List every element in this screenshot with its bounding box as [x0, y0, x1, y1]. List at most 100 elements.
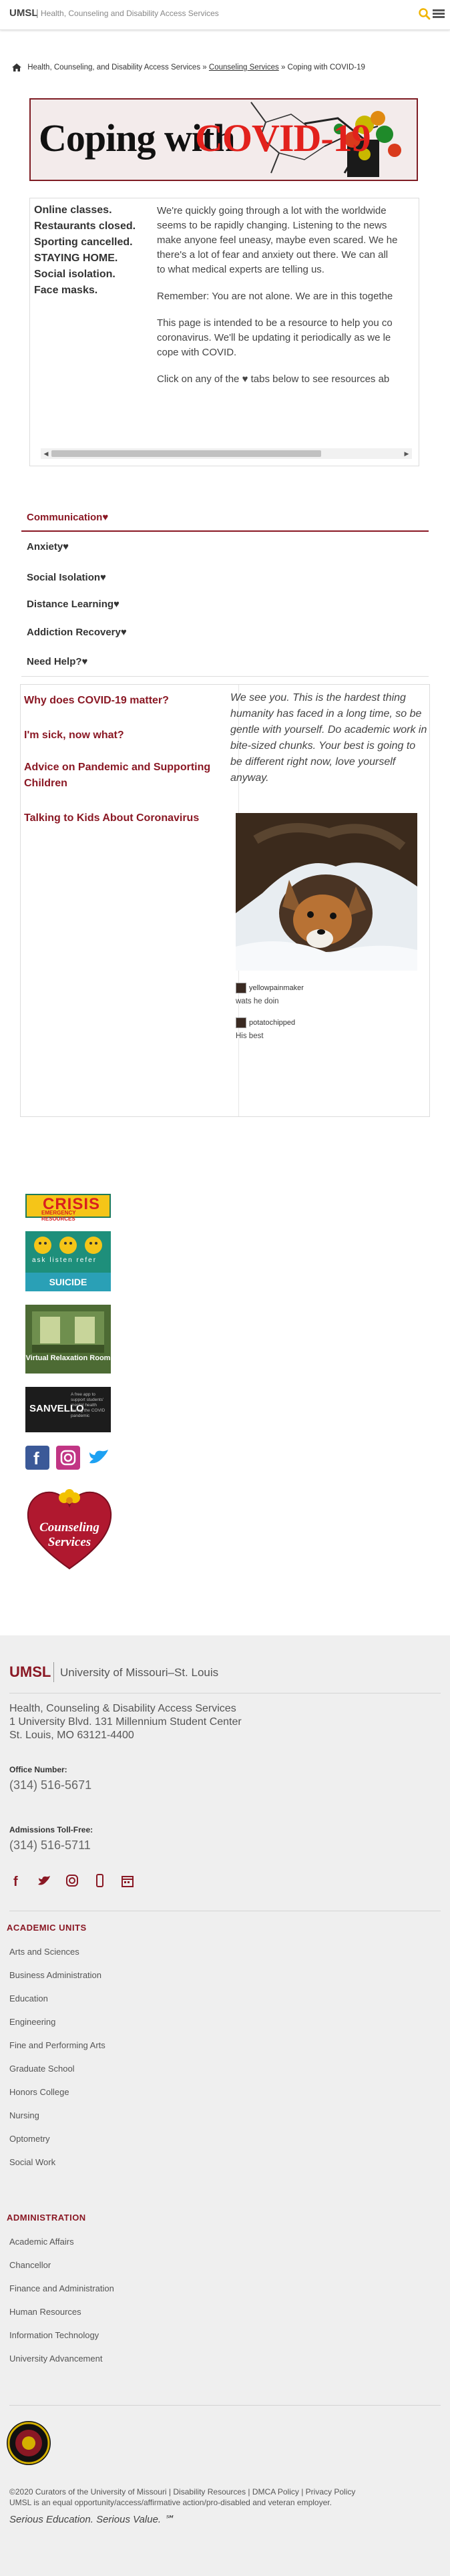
crisis-resources-button[interactable]: CRISIS EMERGENCY RESOURCES	[25, 1194, 111, 1222]
footer-rule	[9, 1693, 441, 1694]
facebook-icon[interactable]: f	[25, 1446, 49, 1470]
academic-unit-link[interactable]: Nursing	[9, 2110, 39, 2120]
suicide-prevention-button[interactable]: ask listen refer SUICIDE PREVENTION	[25, 1231, 111, 1306]
intro-table: Online classes. Restaurants closed. Spor…	[29, 198, 419, 466]
horizontal-scrollbar[interactable]: ◀ ▶	[41, 448, 412, 459]
mobile-icon[interactable]	[92, 1873, 107, 1888]
administration-link[interactable]: Finance and Administration	[9, 2283, 114, 2293]
intro-paragraph: Remember: You are not alone. We are in t…	[157, 291, 393, 302]
breadcrumb-separator: »	[280, 63, 286, 71]
university-seal-logo	[7, 2421, 51, 2465]
breadcrumb-hdas[interactable]: Health, Counseling, and Disability Acces…	[27, 63, 200, 71]
footer-university-name: University of Missouri–St. Louis	[60, 1666, 219, 1679]
relaxation-room-image	[25, 1305, 111, 1374]
academic-unit-link[interactable]: Arts and Sciences	[9, 1947, 79, 1957]
supportive-quote: We see you. This is the hardest thing hu…	[230, 692, 427, 784]
academic-unit-link[interactable]: Optometry	[9, 2134, 50, 2144]
coping-covid-banner: Coping with COVID-19	[29, 98, 418, 181]
footer-umsl-logo[interactable]: UMSL	[9, 1663, 51, 1681]
scrollbar-thumb[interactable]	[51, 450, 321, 457]
breadcrumb-current: Coping with COVID-19	[287, 63, 365, 71]
academic-unit-link[interactable]: Honors College	[9, 2087, 69, 2097]
logo-divider: |	[36, 7, 39, 18]
tab-distance-learning[interactable]: Distance Learning♥	[27, 599, 120, 610]
calendar-icon[interactable]	[120, 1873, 135, 1888]
facebook-icon[interactable]: f	[9, 1873, 24, 1889]
academic-units-heading: ACADEMIC UNITS	[7, 1923, 87, 1933]
intro-text: We're quickly going through a lot with t…	[157, 204, 419, 399]
tab-addiction-recovery[interactable]: Addiction Recovery♥	[27, 627, 127, 638]
virtual-relaxation-room-button[interactable]: Virtual Relaxation Room	[25, 1305, 111, 1374]
academic-unit-link[interactable]: Engineering	[9, 2017, 55, 2027]
equal-opportunity-text: UMSL is an equal opportunity/access/affi…	[9, 2498, 332, 2507]
academic-unit-link[interactable]: Business Administration	[9, 1970, 101, 1980]
user-avatar[interactable]	[236, 983, 246, 993]
search-icon[interactable]	[418, 7, 431, 21]
admissions-phone-link[interactable]: (314) 516-5711	[9, 1838, 91, 1853]
scroll-left-arrow-icon[interactable]: ◀	[41, 448, 51, 459]
tab-communication[interactable]: Communication♥	[27, 512, 108, 523]
post-caption: His best	[236, 1032, 264, 1040]
post-username[interactable]: yellowpainmaker	[249, 984, 304, 992]
tab-need-help[interactable]: Need Help?♥	[27, 656, 87, 667]
footer-rule	[9, 2405, 441, 2406]
user-avatar[interactable]	[236, 1017, 246, 1028]
link-talking-to-kids[interactable]: Talking to Kids About Coronavirus	[24, 810, 231, 826]
heart-text-line-2: Services	[48, 1535, 91, 1549]
administration-link[interactable]: Human Resources	[9, 2307, 81, 2317]
intro-item: Sporting cancelled.	[34, 236, 133, 248]
breadcrumb-counseling[interactable]: Counseling Services	[209, 63, 279, 71]
academic-unit-link[interactable]: Education	[9, 1993, 48, 2003]
administration-link[interactable]: Academic Affairs	[9, 2237, 74, 2247]
umsl-logo[interactable]: UMSL	[9, 7, 38, 19]
admissions-label: Admissions Toll-Free:	[9, 1825, 93, 1834]
active-tab-rule	[21, 530, 429, 532]
academic-unit-link[interactable]: Fine and Performing Arts	[9, 2040, 105, 2050]
twitter-icon[interactable]	[37, 1873, 51, 1888]
academic-unit-link[interactable]: Graduate School	[9, 2064, 75, 2074]
intro-bullet-list: Online classes. Restaurants closed. Spor…	[34, 202, 154, 299]
intro-paragraph: This page is intended to be a resource t…	[157, 317, 393, 358]
home-icon[interactable]	[12, 63, 21, 71]
suicide-prevention-title: SUICIDE PREVENTION	[25, 1273, 111, 1306]
tab-anxiety[interactable]: Anxiety♥	[27, 541, 69, 552]
breadcrumb-separator: »	[202, 63, 207, 71]
office-phone-link[interactable]: (314) 516-5671	[9, 1778, 91, 1792]
administration-link[interactable]: Chancellor	[9, 2260, 51, 2270]
intro-paragraph: We're quickly going through a lot with t…	[157, 205, 398, 275]
academic-unit-link[interactable]: Social Work	[9, 2157, 55, 2167]
instagram-icon[interactable]	[56, 1446, 80, 1470]
administration-link[interactable]: Information Technology	[9, 2330, 99, 2340]
footer-tagline: Serious Education. Serious Value. ℠	[9, 2514, 174, 2525]
breadcrumb: Health, Counseling, and Disability Acces…	[12, 63, 365, 71]
footer-social-icons: f	[9, 1873, 145, 1891]
intro-paragraph: Click on any of the ♥ tabs below to see …	[157, 373, 390, 385]
administration-heading: ADMINISTRATION	[7, 2213, 86, 2223]
intro-item: STAYING HOME.	[34, 253, 118, 264]
intro-item: Restaurants closed.	[34, 220, 136, 232]
counseling-services-heart-button[interactable]: Counseling Services	[25, 1487, 114, 1571]
twitter-icon[interactable]	[87, 1446, 111, 1470]
link-why-covid-matters[interactable]: Why does COVID-19 matter?	[24, 693, 231, 709]
instagram-icon[interactable]	[65, 1873, 79, 1888]
fox-in-snow-photo	[236, 813, 417, 971]
sanvello-app-button[interactable]: SANVELLO A free app to support students'…	[25, 1387, 111, 1432]
faces-icon	[34, 1237, 102, 1254]
administration-link[interactable]: University Advancement	[9, 2354, 102, 2364]
footer-address: Health, Counseling & Disability Access S…	[9, 1703, 242, 1741]
hamburger-menu-icon[interactable]	[433, 8, 445, 20]
site-title-link[interactable]: Health, Counseling and Disability Access…	[41, 9, 219, 18]
heart-text-line-1: Counseling	[39, 1520, 99, 1535]
tab-social-isolation[interactable]: Social Isolation♥	[27, 572, 106, 583]
sanvello-description: A free app to support students' mental h…	[71, 1392, 105, 1418]
top-navigation-bar: UMSL | Health, Counseling and Disability…	[0, 0, 450, 30]
svg-text:f: f	[33, 1448, 39, 1468]
office-number-label: Office Number:	[9, 1765, 67, 1774]
ask-listen-refer-text: ask listen refer	[32, 1257, 97, 1264]
site-footer: UMSL University of Missouri–St. Louis He…	[0, 1635, 450, 2576]
post-username[interactable]: potatochipped	[249, 1019, 295, 1027]
svg-text:f: f	[13, 1875, 18, 1888]
scroll-right-arrow-icon[interactable]: ▶	[401, 448, 412, 459]
link-im-sick[interactable]: I'm sick, now what?	[24, 728, 231, 744]
link-advice-pandemic-children[interactable]: Advice on Pandemic and Supporting Childr…	[24, 760, 231, 792]
